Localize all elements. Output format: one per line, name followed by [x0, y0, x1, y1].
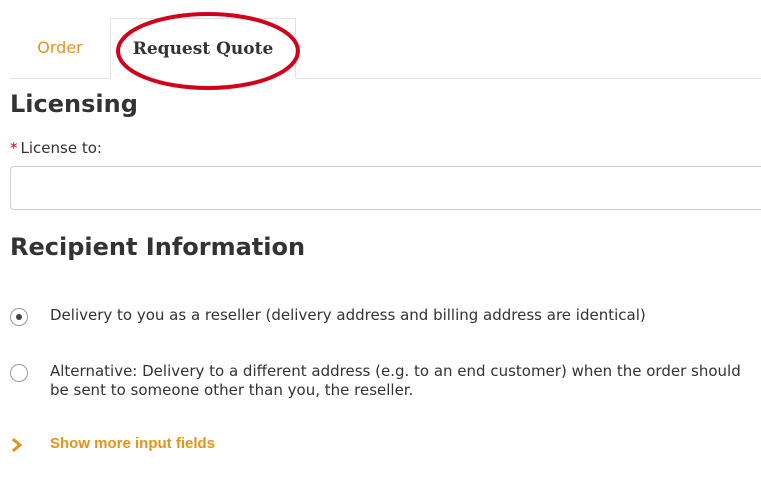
- tab-bar: Order Request Quote: [10, 18, 761, 79]
- licensing-heading: Licensing: [10, 90, 138, 118]
- radio-label-alternative: Alternative: Delivery to a different add…: [50, 362, 741, 399]
- show-more-input-fields-link[interactable]: Show more input fields: [10, 434, 310, 456]
- license-to-input[interactable]: [10, 166, 761, 210]
- show-more-label: Show more input fields: [50, 435, 216, 452]
- radio-button-unchecked[interactable]: [10, 364, 28, 382]
- tab-request-quote[interactable]: Request Quote: [110, 18, 296, 79]
- chevron-right-icon: [11, 437, 23, 453]
- recipient-information-heading: Recipient Information: [10, 233, 306, 261]
- radio-button-checked[interactable]: [10, 308, 28, 326]
- license-to-label-text: License to:: [20, 139, 102, 157]
- license-to-label: * License to:: [10, 139, 102, 157]
- tab-order[interactable]: Order: [10, 18, 110, 78]
- radio-label-reseller: Delivery to you as a reseller (delivery …: [50, 306, 646, 324]
- required-marker: *: [10, 139, 18, 157]
